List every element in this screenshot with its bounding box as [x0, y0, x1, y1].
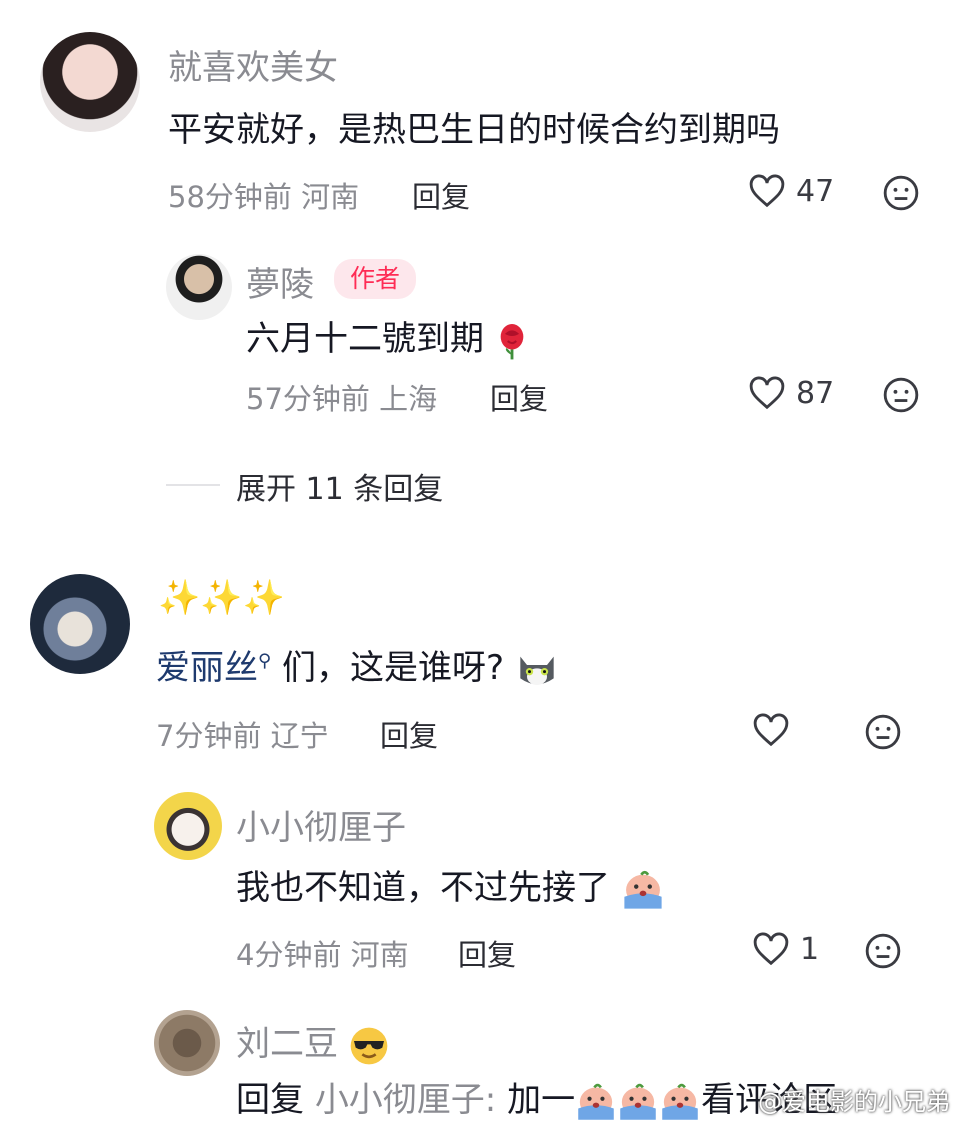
mention-link[interactable]: 爱丽丝: [156, 648, 258, 688]
reply-button[interactable]: 回复: [380, 713, 438, 755]
comment-text[interactable]: 爱丽丝⚲ 们，这是谁呀?: [156, 640, 559, 690]
username[interactable]: 就喜欢美女: [168, 40, 338, 89]
watermark: @爱电影的小兄弟: [758, 1088, 950, 1116]
sunglasses-emoji: [350, 1027, 388, 1064]
like-count: 47: [796, 173, 835, 209]
expand-replies-button[interactable]: 展开 11 条回复: [236, 464, 443, 508]
dislike-face-icon[interactable]: [864, 713, 902, 751]
crying-emoji: [578, 1083, 614, 1120]
mention-search-icon: ⚲: [258, 650, 272, 672]
comment-meta: 57分钟前 上海: [246, 382, 438, 416]
username[interactable]: ✨✨✨: [158, 578, 285, 618]
like-button[interactable]: 87: [748, 375, 834, 411]
reply-button[interactable]: 回复: [458, 932, 516, 974]
expand-divider: [166, 484, 220, 486]
reply-target[interactable]: 小小彻厘子:: [315, 1080, 496, 1120]
dislike-face-icon[interactable]: [864, 932, 902, 970]
comment-text[interactable]: 回复 小小彻厘子: 加一 看评论区: [236, 1072, 837, 1122]
like-button[interactable]: [752, 712, 800, 748]
cat-emoji: [520, 656, 554, 685]
comment-meta: 7分钟前 辽宁: [156, 719, 329, 753]
username[interactable]: 小小彻厘子: [236, 800, 406, 849]
heart-outline-icon: [749, 174, 785, 208]
avatar[interactable]: [154, 1010, 220, 1076]
like-count: 87: [796, 375, 835, 411]
dislike-face-icon[interactable]: [882, 174, 920, 212]
comment-text-content: 我也不知道，不过先接了: [236, 868, 610, 908]
crying-emoji: [662, 1083, 698, 1120]
comment-text-content: 们，这是谁呀?: [282, 648, 505, 688]
comment-text[interactable]: 我也不知道，不过先接了: [236, 860, 665, 911]
comment-text-content: 加一: [507, 1080, 576, 1120]
crying-emoji: [624, 870, 662, 909]
like-count: 1: [800, 931, 820, 967]
comment-text[interactable]: 平安就好，是热巴生日的时候合约到期吗: [168, 102, 780, 151]
avatar[interactable]: [30, 574, 130, 674]
comment-text[interactable]: 六月十二號到期: [246, 311, 529, 361]
username-text: 刘二豆: [236, 1024, 338, 1064]
crying-emoji: [620, 1083, 656, 1120]
reply-prefix: 回复: [236, 1080, 304, 1120]
reply-button[interactable]: 回复: [490, 376, 548, 418]
avatar[interactable]: [154, 792, 222, 860]
author-badge: 作者: [334, 259, 417, 299]
heart-outline-icon: [753, 713, 789, 747]
like-button[interactable]: 1: [752, 931, 819, 967]
comment-meta: 58分钟前 河南: [168, 180, 360, 214]
heart-outline-icon: [753, 932, 789, 966]
comment-text-content: 六月十二號到期: [246, 319, 484, 359]
username[interactable]: 夢陵: [246, 257, 314, 306]
heart-outline-icon: [749, 376, 785, 410]
username[interactable]: 刘二豆: [236, 1016, 389, 1066]
dislike-face-icon[interactable]: [882, 376, 920, 414]
like-button[interactable]: 47: [748, 173, 834, 209]
avatar[interactable]: [40, 32, 140, 132]
rose-emoji: [500, 323, 524, 359]
avatar[interactable]: [166, 254, 232, 320]
comment-meta: 4分钟前 河南: [236, 938, 409, 972]
reply-button[interactable]: 回复: [412, 174, 470, 216]
